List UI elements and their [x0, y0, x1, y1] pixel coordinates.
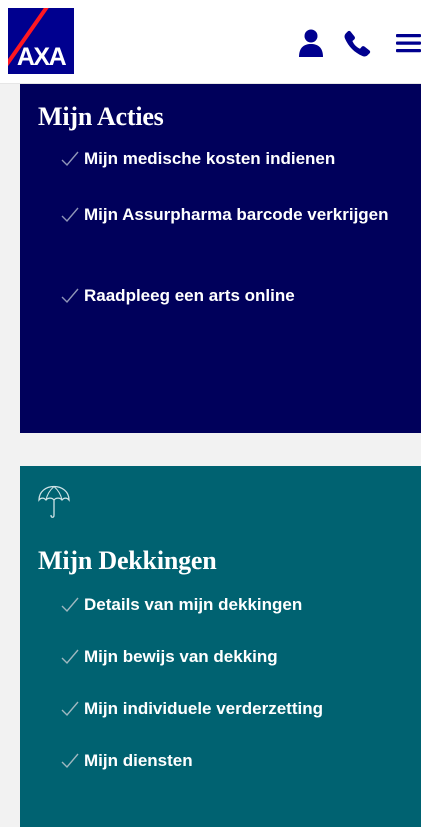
axa-logo[interactable]: AXA [8, 8, 74, 74]
list-item-label: Raadpleeg een arts online [84, 286, 295, 305]
coverage-title: Mijn Dekkingen [38, 546, 217, 575]
menu-icon[interactable] [392, 28, 421, 58]
list-item-label: Mijn individuele verderzetting [84, 699, 323, 718]
action-get-assurpharma-barcode[interactable]: Mijn Assurpharma barcode verkrijgen [60, 200, 400, 230]
check-icon [60, 286, 80, 306]
list-item-label: Mijn Assurpharma barcode verkrijgen [84, 205, 389, 224]
action-consult-doctor-online[interactable]: Raadpleeg een arts online [60, 281, 400, 311]
user-icon[interactable] [296, 28, 326, 58]
coverage-services-link[interactable]: Mijn diensten [60, 746, 400, 776]
check-icon [60, 647, 80, 667]
coverage-individual-continuation-link[interactable]: Mijn individuele verderzetting [60, 694, 400, 724]
check-icon [60, 595, 80, 615]
check-icon [60, 149, 80, 169]
actions-panel: Mijn Acties Mijn medische kosten indiene… [20, 84, 421, 433]
check-icon [60, 699, 80, 719]
phone-icon[interactable] [343, 28, 373, 58]
page: AXA Mijn Acties Mijn medische kosten ind… [0, 0, 421, 827]
action-submit-medical-costs[interactable]: Mijn medische kosten indienen [60, 144, 400, 174]
list-item-label: Mijn diensten [84, 751, 193, 770]
coverage-panel: Mijn Dekkingen Details van mijn dekkinge… [20, 466, 421, 827]
list-item-label: Details van mijn dekkingen [84, 595, 303, 614]
top-bar: AXA [0, 0, 421, 84]
logo-text: AXA [16, 43, 67, 71]
actions-title: Mijn Acties [38, 102, 164, 131]
check-icon [60, 205, 80, 225]
coverage-proof-link[interactable]: Mijn bewijs van dekking [60, 642, 400, 672]
umbrella-icon [36, 484, 72, 522]
coverage-details-link[interactable]: Details van mijn dekkingen [60, 590, 400, 620]
list-item-label: Mijn bewijs van dekking [84, 647, 278, 666]
check-icon [60, 751, 80, 771]
list-item-label: Mijn medische kosten indienen [84, 149, 336, 168]
